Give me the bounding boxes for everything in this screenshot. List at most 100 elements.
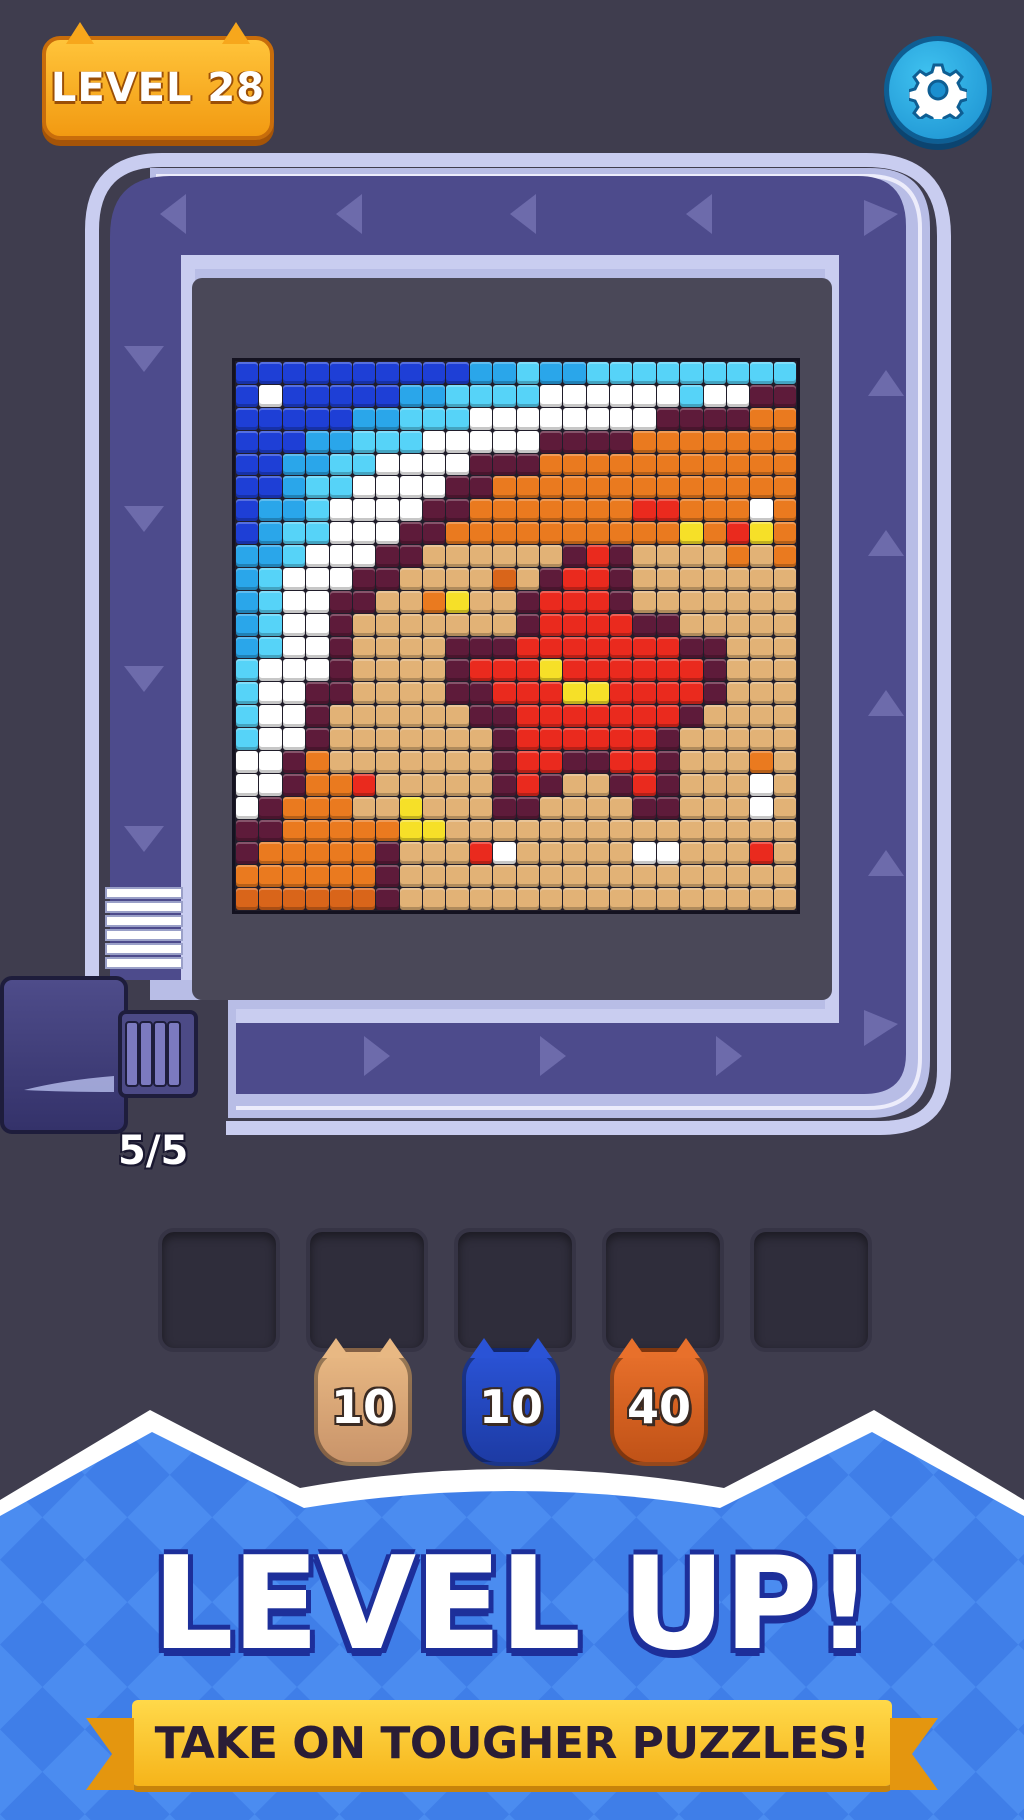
pixel-cell (236, 819, 259, 842)
pixel-cell (469, 430, 493, 453)
pixel-cell (469, 453, 493, 476)
pixel-cell (680, 819, 703, 842)
pixel-cell (703, 705, 726, 727)
pixel-cell (656, 590, 680, 613)
pixel-cell (493, 362, 516, 384)
pixel-cell (726, 362, 750, 384)
pixel-cell (726, 682, 750, 705)
pixel-cell (306, 476, 329, 499)
pixel-cell (539, 842, 563, 865)
pixel-cell (610, 865, 633, 888)
pixel-cell (259, 613, 282, 636)
pixel-cell (236, 705, 259, 727)
pixel-cell (329, 499, 352, 522)
pixel-cell (750, 888, 773, 910)
cat-shooter-orange[interactable]: 40 (610, 1338, 708, 1466)
pixel-cell (680, 453, 703, 476)
pixel-cell (282, 819, 306, 842)
queue-slot-3[interactable] (454, 1228, 576, 1352)
pixel-cell (750, 796, 773, 819)
pixel-cell (329, 750, 352, 773)
pixel-cell (539, 888, 563, 910)
pixel-cell (656, 545, 680, 567)
pixel-cell (493, 613, 516, 636)
pixel-cell (236, 613, 259, 636)
pixel-cell (352, 453, 376, 476)
pixel-cell (399, 865, 422, 888)
pixel-cell (703, 545, 726, 567)
pixel-cell (633, 384, 656, 407)
pixel-cell (563, 773, 586, 796)
settings-button[interactable] (884, 36, 992, 144)
pixel-cell (516, 888, 539, 910)
pixel-cell (259, 750, 282, 773)
shooter-cannon[interactable] (0, 976, 128, 1134)
pixel-cell (306, 590, 329, 613)
pixel-cell (329, 384, 352, 407)
pixel-cell (726, 453, 750, 476)
pixel-cell (680, 384, 703, 407)
cat-shooter-beige[interactable]: 10 (314, 1338, 412, 1466)
pixel-cell (329, 545, 352, 567)
pixel-cell (282, 705, 306, 727)
pixel-art-grid[interactable] (232, 358, 800, 914)
pixel-cell (563, 659, 586, 682)
pixel-cell (493, 728, 516, 750)
pixel-cell (493, 865, 516, 888)
pixel-cell (236, 842, 259, 865)
pixel-cell (469, 567, 493, 590)
pixel-cell (516, 430, 539, 453)
pixel-cell (376, 888, 399, 910)
queue-slot-2[interactable] (306, 1228, 428, 1352)
pixel-cell (446, 705, 469, 727)
pixel-cell (586, 636, 609, 659)
pixel-cell (399, 682, 422, 705)
pixel-cell (423, 750, 446, 773)
pixel-cell (539, 522, 563, 544)
pixel-cell (352, 384, 376, 407)
pixel-cell (469, 705, 493, 727)
pixel-cell (586, 705, 609, 727)
pixel-cell (633, 590, 656, 613)
pixel-cell (493, 522, 516, 544)
pixel-cell (352, 567, 376, 590)
shooter-nozzle (118, 1010, 198, 1098)
pixel-cell (493, 842, 516, 865)
pixel-cell (656, 865, 680, 888)
pixel-cell (633, 476, 656, 499)
pixel-cell (352, 842, 376, 865)
banner-title: LEVEL UP! (152, 1530, 874, 1679)
pixel-cell (423, 819, 446, 842)
pixel-cell (750, 819, 773, 842)
pixel-cell (563, 865, 586, 888)
queue-slot-4[interactable] (602, 1228, 724, 1352)
pixel-cell (423, 842, 446, 865)
pixel-cell (306, 384, 329, 407)
pixel-cell (376, 865, 399, 888)
queue-slot-5[interactable] (750, 1228, 872, 1352)
pixel-cell (516, 453, 539, 476)
pixel-cell (726, 750, 750, 773)
pixel-cell (773, 682, 796, 705)
pixel-cell (633, 613, 656, 636)
pixel-cell (329, 819, 352, 842)
pixel-cell (703, 659, 726, 682)
level-badge: LEVEL 28 (42, 22, 274, 140)
pixel-cell (703, 590, 726, 613)
cat-shooter-blue[interactable]: 10 (462, 1338, 560, 1466)
pixel-cell (282, 773, 306, 796)
pixel-cell (586, 453, 609, 476)
pixel-cell (773, 545, 796, 567)
pixel-cell (399, 842, 422, 865)
pixel-cell (610, 819, 633, 842)
pixel-cell (539, 407, 563, 430)
pixel-cell (773, 865, 796, 888)
queue-slot-1[interactable] (158, 1228, 280, 1352)
pixel-cell (469, 750, 493, 773)
pixel-cell (563, 362, 586, 384)
pixel-cell (656, 659, 680, 682)
pixel-cell (446, 407, 469, 430)
pixel-cell (773, 636, 796, 659)
pixel-cell (446, 682, 469, 705)
pixel-cell (680, 796, 703, 819)
